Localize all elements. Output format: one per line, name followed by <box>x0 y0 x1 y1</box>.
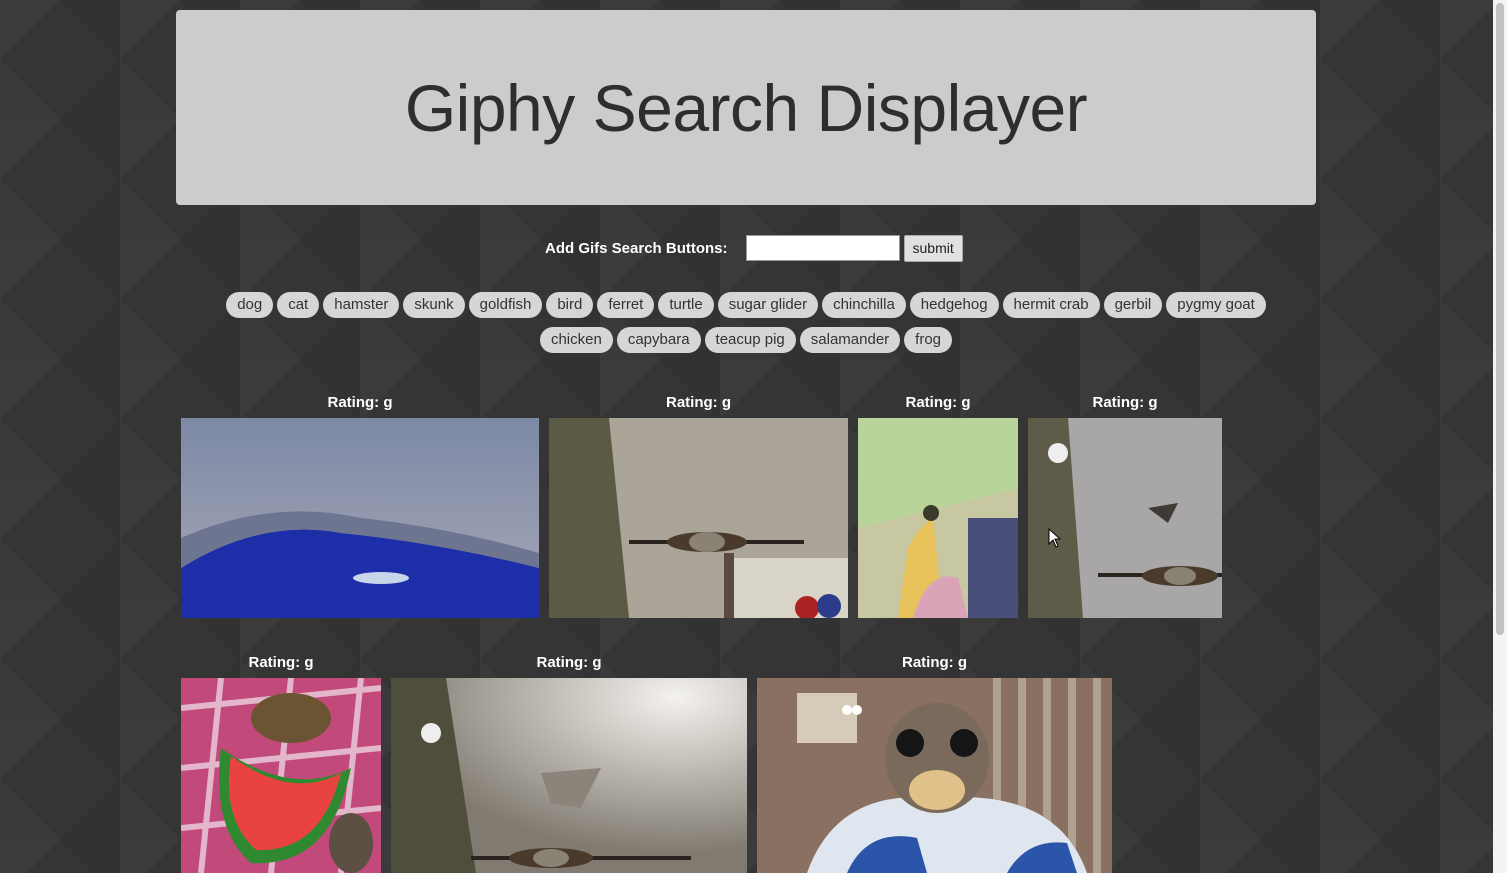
gif-card: Rating: g <box>391 653 747 873</box>
search-button-bird[interactable]: bird <box>546 292 594 318</box>
search-button-sugar-glider[interactable]: sugar glider <box>717 292 819 318</box>
search-button-teacup-pig[interactable]: teacup pig <box>704 327 796 353</box>
search-button-skunk[interactable]: skunk <box>403 292 465 318</box>
vertical-scrollbar[interactable] <box>1493 0 1507 873</box>
search-term-input[interactable] <box>745 235 900 261</box>
submit-button[interactable]: submit <box>903 234 963 262</box>
search-button-chicken[interactable]: chicken <box>539 327 613 353</box>
search-button-capybara[interactable]: capybara <box>616 327 701 353</box>
gif-image[interactable] <box>181 678 381 873</box>
gif-image[interactable] <box>858 418 1018 618</box>
gif-image[interactable] <box>757 678 1112 873</box>
gif-card: Rating: g <box>1028 393 1222 618</box>
search-buttons-list: dog cat hamster skunk goldfish bird ferr… <box>200 292 1292 353</box>
gif-image[interactable] <box>1028 418 1222 618</box>
search-button-hermit-crab[interactable]: hermit crab <box>1002 292 1100 318</box>
scrollbar-thumb[interactable] <box>1496 3 1504 635</box>
gif-card: Rating: g <box>181 653 381 873</box>
search-button-hamster[interactable]: hamster <box>323 292 400 318</box>
search-button-hedgehog[interactable]: hedgehog <box>909 292 999 318</box>
gif-rating: Rating: g <box>248 654 314 671</box>
gif-image[interactable] <box>549 418 848 618</box>
gif-rating: Rating: g <box>327 394 393 411</box>
gif-rating: Rating: g <box>905 394 971 411</box>
search-button-turtle[interactable]: turtle <box>658 292 714 318</box>
search-button-ferret[interactable]: ferret <box>597 292 655 318</box>
search-button-chinchilla[interactable]: chinchilla <box>822 292 906 318</box>
search-button-dog[interactable]: dog <box>226 292 274 318</box>
gif-rating: Rating: g <box>1092 394 1158 411</box>
gif-rating: Rating: g <box>902 654 967 671</box>
gif-card: Rating: g <box>549 393 848 618</box>
gif-card: Rating: g <box>757 653 1112 873</box>
search-button-cat[interactable]: cat <box>277 292 320 318</box>
search-button-gerbil[interactable]: gerbil <box>1103 292 1163 318</box>
search-button-salamander[interactable]: salamander <box>799 327 901 353</box>
search-button-frog[interactable]: frog <box>904 327 953 353</box>
gif-card: Rating: g <box>181 393 539 618</box>
add-button-form: Add Gifs Search Buttons: submit <box>545 233 963 263</box>
page-title: Giphy Search Displayer <box>404 70 1088 145</box>
gif-image[interactable] <box>391 678 747 873</box>
add-button-label: Add Gifs Search Buttons: <box>545 239 728 257</box>
search-button-pygmy-goat[interactable]: pygmy goat <box>1166 292 1266 318</box>
gif-card: Rating: g <box>858 393 1018 618</box>
gif-image[interactable] <box>181 418 539 618</box>
page: Giphy Search Displayer Add Gifs Search B… <box>0 0 1493 873</box>
search-button-goldfish[interactable]: goldfish <box>468 292 543 318</box>
page-header: Giphy Search Displayer <box>176 10 1316 205</box>
gif-rating: Rating: g <box>666 394 731 411</box>
gif-rating: Rating: g <box>536 654 602 671</box>
mouse-cursor-icon <box>1048 528 1062 548</box>
